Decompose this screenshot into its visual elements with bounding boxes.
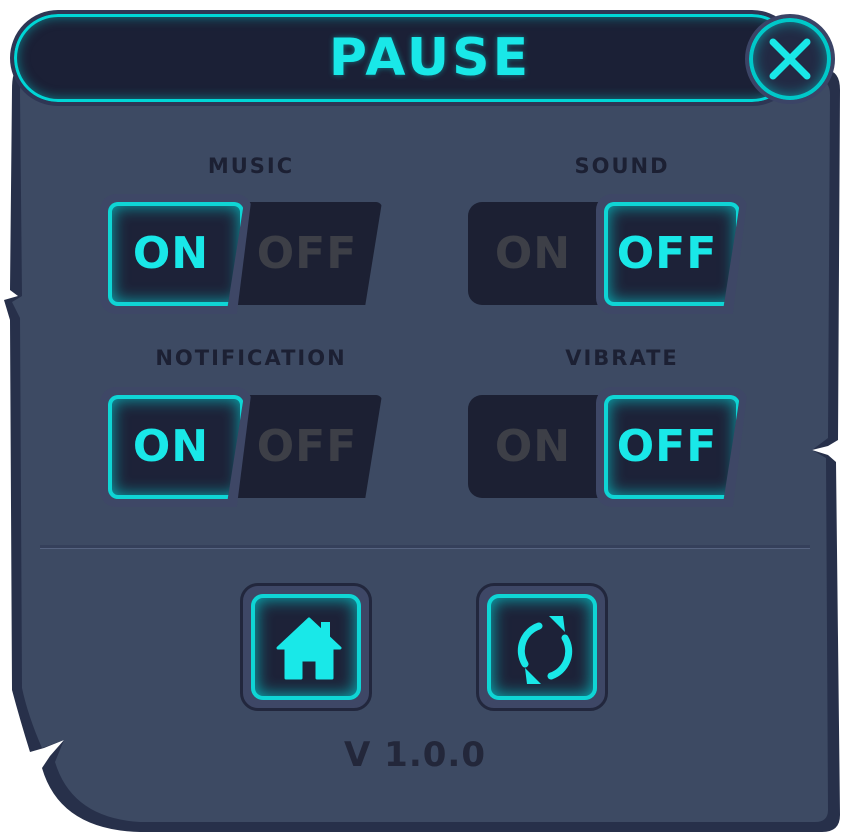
vibrate-on-option[interactable]: ON — [468, 387, 598, 507]
vibrate-toggle[interactable]: ON OFF — [468, 387, 750, 507]
version-label: V 1.0.0 — [344, 735, 486, 775]
close-x-icon — [769, 38, 811, 80]
restart-button[interactable] — [476, 583, 608, 711]
dialog-title: PAUSE — [328, 28, 532, 88]
sound-on-option[interactable]: ON — [468, 194, 598, 314]
restart-icon — [517, 616, 573, 684]
notification-off-option[interactable]: OFF — [242, 387, 372, 507]
close-button[interactable] — [745, 14, 835, 104]
home-icon — [276, 617, 342, 680]
sound-toggle[interactable]: ON OFF — [468, 194, 750, 314]
sound-off-option[interactable]: OFF — [602, 194, 732, 314]
notification-toggle[interactable]: ON OFF — [100, 387, 382, 507]
vibrate-off-option[interactable]: OFF — [602, 387, 732, 507]
pause-dialog: PAUSE MUSIC ON OFF SOUND ON OFF NOTIFICA… — [0, 0, 851, 835]
music-off-option[interactable]: OFF — [242, 194, 372, 314]
music-on-option[interactable]: ON — [106, 194, 236, 314]
notification-on-option[interactable]: ON — [106, 387, 236, 507]
vibrate-label: VIBRATE — [565, 346, 679, 370]
music-label: MUSIC — [207, 154, 295, 178]
home-button[interactable] — [240, 583, 372, 711]
section-divider — [40, 545, 810, 549]
sound-label: SOUND — [574, 154, 670, 178]
music-toggle[interactable]: ON OFF — [100, 194, 382, 314]
notification-label: NOTIFICATION — [155, 346, 347, 370]
